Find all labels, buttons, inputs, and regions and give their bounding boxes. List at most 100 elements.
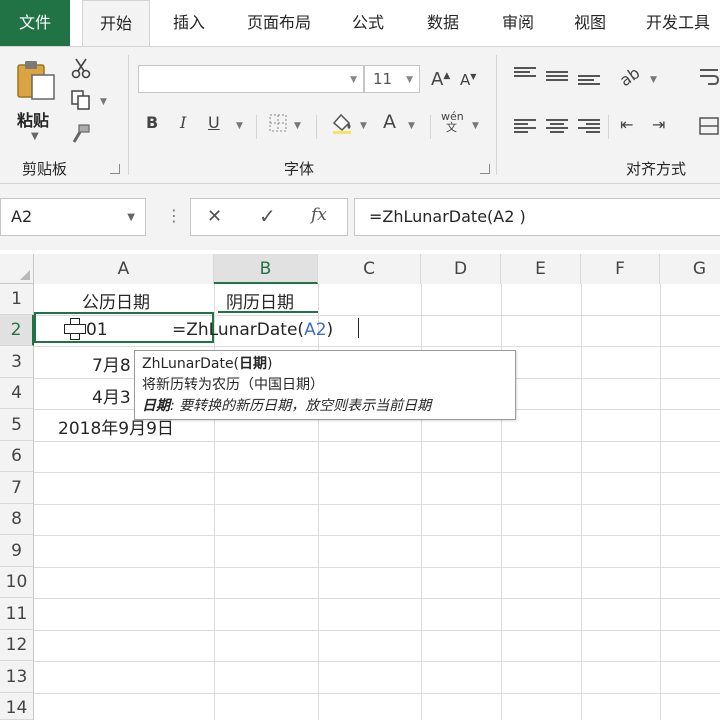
ribbon-separator — [496, 55, 497, 175]
align-left-icon[interactable] — [514, 119, 536, 133]
tooltip-param[interactable]: 日期 — [239, 356, 267, 372]
enter-icon[interactable]: ✓ — [259, 204, 276, 228]
row-header-13[interactable]: 13 — [0, 661, 34, 693]
column-header-g[interactable]: G — [660, 254, 720, 284]
column-header-d[interactable]: D — [421, 254, 501, 284]
formula-text: =ZhLunarDate(A2 ) — [369, 207, 526, 226]
orientation-icon[interactable]: ab — [616, 63, 643, 90]
column-header-b[interactable]: B — [214, 254, 318, 284]
insert-function-icon[interactable]: fx — [311, 205, 327, 225]
ribbon-separator — [128, 55, 129, 175]
row-header-6[interactable]: 6 — [0, 441, 34, 472]
borders-dropdown-icon[interactable]: ▼ — [294, 121, 301, 131]
fill-color-dropdown-icon[interactable]: ▼ — [360, 121, 367, 131]
cell-a3[interactable]: 7月8 — [92, 351, 131, 376]
tooltip-param-label: 日期 — [142, 398, 170, 414]
cell-a1[interactable]: 公历日期 — [82, 288, 150, 313]
grid-line — [34, 535, 720, 536]
clipboard-launcher-icon[interactable] — [110, 164, 120, 174]
align-top-icon[interactable] — [514, 67, 536, 81]
row-header-10[interactable]: 10 — [0, 567, 34, 598]
paste-dropdown-icon[interactable]: ▼ — [31, 131, 39, 142]
font-color-dropdown-icon[interactable]: ▼ — [408, 121, 415, 131]
font-name-combo[interactable]: ▼ — [138, 65, 364, 93]
column-header-f[interactable]: F — [581, 254, 660, 284]
cell-b1[interactable]: 阴历日期 — [226, 288, 294, 313]
bold-icon[interactable]: B — [146, 115, 158, 131]
ribbon-separator — [256, 115, 257, 139]
align-right-icon[interactable] — [578, 119, 600, 133]
edit-formula-close: ) — [326, 320, 334, 340]
shrink-font-icon[interactable]: A▼ — [460, 73, 476, 88]
cell-a2-value[interactable]: 01 — [86, 320, 108, 340]
decrease-indent-icon[interactable]: ⇤ — [620, 117, 633, 133]
cell-a2-edit-formula[interactable]: =ZhLunarDate(A2) — [172, 320, 333, 340]
row-header-4[interactable]: 4 — [0, 378, 34, 409]
row-header-14[interactable]: 14 — [0, 693, 34, 720]
row-header-8[interactable]: 8 — [0, 504, 34, 535]
edit-formula-ref: A2 — [304, 320, 327, 340]
row-header-1[interactable]: 1 — [0, 284, 34, 315]
row-header-5[interactable]: 5 — [0, 409, 34, 441]
tab-view[interactable]: 视图 — [560, 0, 620, 46]
phonetic-dropdown-icon[interactable]: ▼ — [472, 121, 479, 131]
column-header-a[interactable]: A — [34, 254, 214, 284]
italic-icon[interactable]: I — [180, 115, 186, 131]
tab-page-layout[interactable]: 页面布局 — [232, 0, 326, 46]
wrap-text-icon[interactable] — [698, 65, 720, 87]
align-bottom-icon[interactable] — [578, 75, 600, 89]
font-size-combo[interactable]: 11 ▼ — [364, 65, 420, 93]
row-header-2[interactable]: 2 — [0, 315, 34, 346]
copy-icon[interactable] — [70, 89, 92, 111]
tab-file[interactable]: 文件 — [0, 0, 70, 46]
column-header-e[interactable]: E — [501, 254, 581, 284]
row-header-3[interactable]: 3 — [0, 346, 34, 378]
grid-line — [34, 472, 720, 473]
tab-review[interactable]: 审阅 — [488, 0, 548, 46]
column-header-c[interactable]: C — [318, 254, 421, 284]
cut-icon[interactable] — [70, 57, 92, 79]
align-middle-icon[interactable] — [546, 71, 568, 85]
ribbon-separator — [316, 115, 317, 139]
fill-color-icon[interactable] — [330, 111, 354, 135]
row-header-7[interactable]: 7 — [0, 472, 34, 504]
row-header-12[interactable]: 12 — [0, 630, 34, 661]
borders-icon[interactable] — [268, 113, 288, 133]
tab-home[interactable]: 开始 — [82, 0, 150, 47]
edit-formula-func: =ZhLunarDate( — [172, 320, 305, 340]
formula-bar-splitter-icon[interactable]: ⋮ — [166, 206, 182, 225]
format-painter-icon[interactable] — [70, 123, 92, 145]
tooltip-function-name[interactable]: ZhLunarDate( — [142, 356, 239, 372]
increase-indent-icon[interactable]: ⇥ — [652, 117, 665, 133]
font-group-label: 字体 — [284, 160, 315, 178]
grid-line — [34, 504, 720, 505]
grid-line — [581, 284, 582, 720]
font-launcher-icon[interactable] — [480, 164, 490, 174]
chevron-down-icon: ▼ — [350, 75, 357, 85]
copy-dropdown-icon[interactable]: ▼ — [100, 97, 107, 107]
cell-a4[interactable]: 4月3 — [92, 383, 131, 408]
row-header-11[interactable]: 11 — [0, 598, 34, 630]
tab-data[interactable]: 数据 — [412, 0, 474, 46]
row-header-9[interactable]: 9 — [0, 535, 34, 567]
select-all-button[interactable] — [0, 254, 34, 284]
font-color-icon[interactable]: A — [383, 113, 396, 132]
tab-formulas[interactable]: 公式 — [338, 0, 398, 46]
cancel-icon[interactable]: ✕ — [207, 206, 222, 227]
phonetic-guide-icon[interactable]: wén 文 — [441, 111, 464, 133]
name-box[interactable]: A2 ▼ — [0, 198, 146, 236]
align-center-icon[interactable] — [546, 119, 568, 133]
merge-center-icon[interactable] — [698, 115, 720, 137]
underline-icon[interactable]: U — [208, 115, 220, 131]
underline-dropdown-icon[interactable]: ▼ — [236, 121, 243, 131]
function-tooltip: ZhLunarDate(日期) 将新历转为农历（中国日期） 日期: 要转换的新历… — [134, 350, 516, 420]
paste-button-label[interactable]: 粘贴 — [17, 107, 49, 131]
alignment-group-label: 对齐方式 — [626, 160, 687, 178]
grow-font-icon[interactable]: A▲ — [431, 71, 450, 89]
orientation-dropdown-icon[interactable]: ▼ — [650, 75, 657, 85]
tab-insert[interactable]: 插入 — [160, 0, 218, 46]
cell-b1-underline — [218, 311, 318, 313]
paste-icon[interactable] — [15, 59, 57, 101]
tab-developer[interactable]: 开发工具 — [636, 0, 720, 46]
formula-input[interactable]: =ZhLunarDate(A2 ) — [354, 198, 720, 236]
